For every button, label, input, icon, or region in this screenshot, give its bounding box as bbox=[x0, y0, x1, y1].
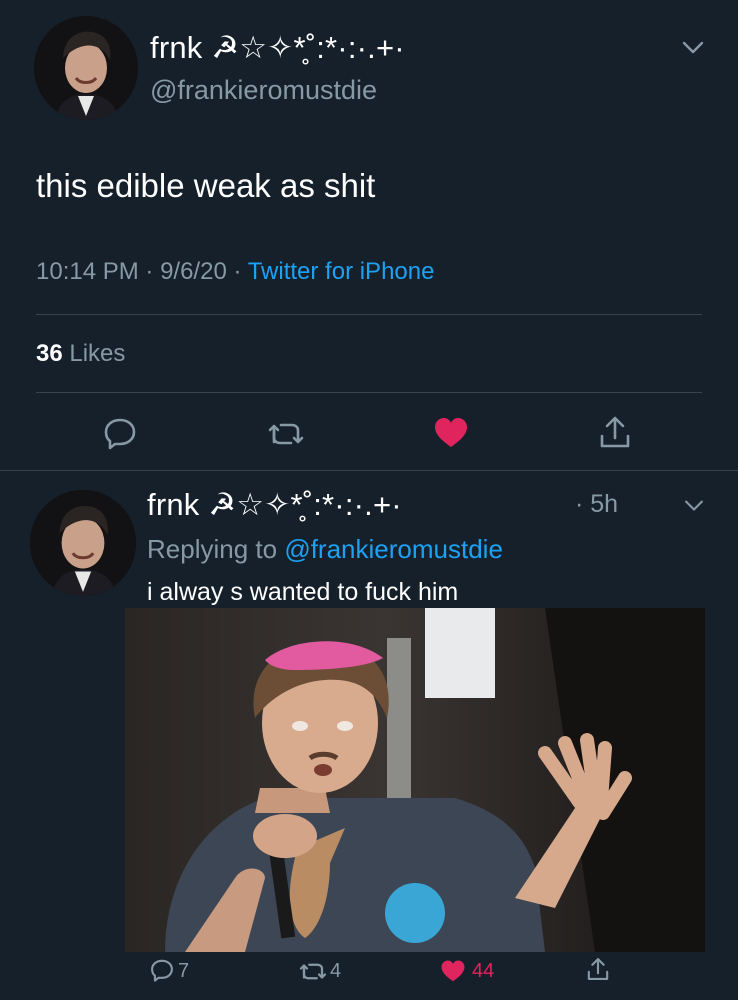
tweet-text: i alway s wanted to fuck him bbox=[147, 578, 459, 606]
reply-icon[interactable] bbox=[150, 958, 174, 982]
heart-icon[interactable] bbox=[440, 959, 466, 982]
tweet-date: 9/6/20 bbox=[160, 258, 227, 285]
tweet-meta: 10:14 PM · 9/6/20 · Twitter for iPhone bbox=[36, 258, 434, 286]
retweet-count: 4 bbox=[330, 960, 342, 982]
replying-label: Replying to bbox=[147, 534, 278, 564]
replying-to: Replying to @frankieromustdie bbox=[147, 534, 503, 565]
display-name[interactable]: frnk ☭☆✧*̥˚:*·:·.+· bbox=[147, 487, 402, 523]
meta-separator: · bbox=[138, 258, 161, 285]
mention-link[interactable]: @frankieromustdie bbox=[284, 534, 503, 564]
reply-icon[interactable] bbox=[103, 416, 137, 450]
divider bbox=[36, 392, 702, 393]
display-name[interactable]: frnk ☭☆✧*̥˚:*·:·.+· bbox=[150, 30, 405, 66]
like-count: 44 bbox=[472, 960, 495, 982]
likes-count: 36 bbox=[36, 340, 63, 367]
reply-count: 7 bbox=[178, 960, 190, 982]
share-icon[interactable] bbox=[586, 956, 610, 982]
meta-separator: · bbox=[226, 258, 248, 285]
retweet-icon[interactable] bbox=[266, 420, 306, 448]
tweet-source-link[interactable]: Twitter for iPhone bbox=[248, 258, 435, 285]
tweet-media[interactable] bbox=[125, 608, 705, 952]
main-tweet: frnk ☭☆✧*̥˚:*·:·.+· @frankieromustdie th… bbox=[0, 0, 738, 470]
divider bbox=[0, 470, 738, 471]
likes-label: Likes bbox=[69, 340, 126, 367]
avatar[interactable] bbox=[30, 490, 136, 596]
divider bbox=[36, 314, 702, 315]
tweet-time[interactable]: · 5h bbox=[575, 490, 618, 519]
share-icon[interactable] bbox=[598, 414, 632, 450]
handle[interactable]: @frankieromustdie bbox=[150, 75, 377, 106]
chevron-down-icon[interactable] bbox=[683, 499, 705, 513]
heart-icon[interactable] bbox=[433, 416, 469, 448]
tweet-text: this edible weak as shit bbox=[36, 167, 376, 204]
likes-summary[interactable]: 36 Likes bbox=[36, 340, 125, 368]
chevron-down-icon[interactable] bbox=[681, 40, 705, 56]
avatar[interactable] bbox=[34, 16, 138, 120]
tweet-time: 10:14 PM bbox=[36, 258, 139, 285]
retweet-icon[interactable] bbox=[298, 961, 328, 982]
